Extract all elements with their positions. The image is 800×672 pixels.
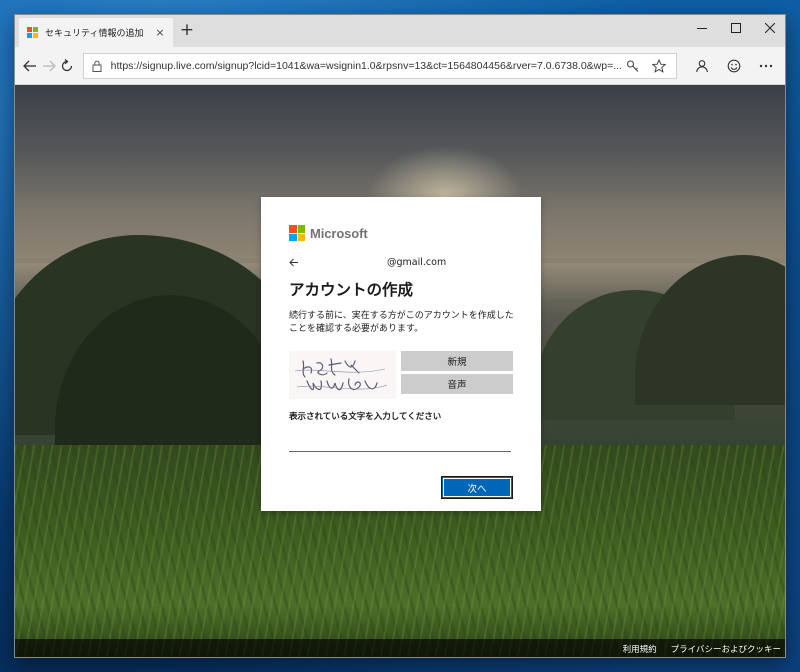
- next-button[interactable]: 次へ: [441, 476, 513, 499]
- more-icon[interactable]: [751, 52, 781, 80]
- browser-window: セキュリティ情報の追加 × + https://signup.live.com/…: [14, 14, 786, 658]
- terms-link[interactable]: 利用規約: [623, 643, 657, 655]
- back-arrow-icon[interactable]: [289, 254, 307, 270]
- captcha-image: [289, 351, 396, 399]
- tab-bar: セキュリティ情報の追加 × +: [15, 15, 785, 47]
- tab-title: セキュリティ情報の追加: [45, 29, 144, 39]
- identity-row: @gmail.com: [289, 253, 513, 271]
- signup-card: Microsoft @gmail.com アカウントの作成 続行する前に、実在す…: [261, 197, 541, 511]
- tab-close-icon[interactable]: ×: [153, 26, 167, 39]
- key-icon[interactable]: [622, 55, 644, 77]
- privacy-link[interactable]: プライバシーおよびクッキー: [671, 643, 781, 655]
- browser-tab[interactable]: セキュリティ情報の追加 ×: [19, 18, 173, 47]
- forward-arrow-icon[interactable]: [40, 52, 59, 80]
- captcha-row: 新規 音声: [289, 351, 513, 399]
- description-text: 続行する前に、実在する方がこのアカウントを作成したことを確認する必要があります。: [289, 311, 514, 334]
- page-title: アカウントの作成: [289, 281, 414, 299]
- page-footer: 利用規約 プライバシーおよびクッキー: [15, 639, 785, 657]
- identity-email: @gmail.com: [387, 256, 447, 268]
- minimize-icon[interactable]: [685, 15, 719, 41]
- lock-icon[interactable]: [90, 60, 104, 72]
- new-captcha-button[interactable]: 新規: [401, 351, 513, 371]
- microsoft-logo-icon: [289, 225, 305, 241]
- address-bar[interactable]: https://signup.live.com/signup?lcid=1041…: [82, 52, 677, 79]
- window-controls: [685, 15, 785, 41]
- close-icon[interactable]: [753, 15, 785, 41]
- brand-name: Microsoft: [310, 225, 368, 241]
- audio-captcha-button[interactable]: 音声: [401, 374, 513, 394]
- url-text[interactable]: https://signup.live.com/signup?lcid=1041…: [111, 60, 622, 72]
- star-icon[interactable]: [648, 55, 670, 77]
- smiley-icon[interactable]: [719, 52, 749, 80]
- new-tab-button[interactable]: +: [177, 21, 197, 41]
- refresh-icon[interactable]: [58, 52, 77, 80]
- maximize-icon[interactable]: [719, 15, 753, 41]
- microsoft-favicon-icon: [27, 27, 38, 38]
- navigation-bar: https://signup.live.com/signup?lcid=1041…: [15, 47, 785, 85]
- captcha-input[interactable]: [289, 430, 511, 452]
- page-viewport: Microsoft @gmail.com アカウントの作成 続行する前に、実在す…: [15, 85, 785, 657]
- back-arrow-icon[interactable]: [21, 52, 40, 80]
- person-icon[interactable]: [687, 52, 717, 80]
- captcha-field-label: 表示されている文字を入力してください: [289, 412, 442, 422]
- microsoft-brand: Microsoft: [289, 223, 513, 243]
